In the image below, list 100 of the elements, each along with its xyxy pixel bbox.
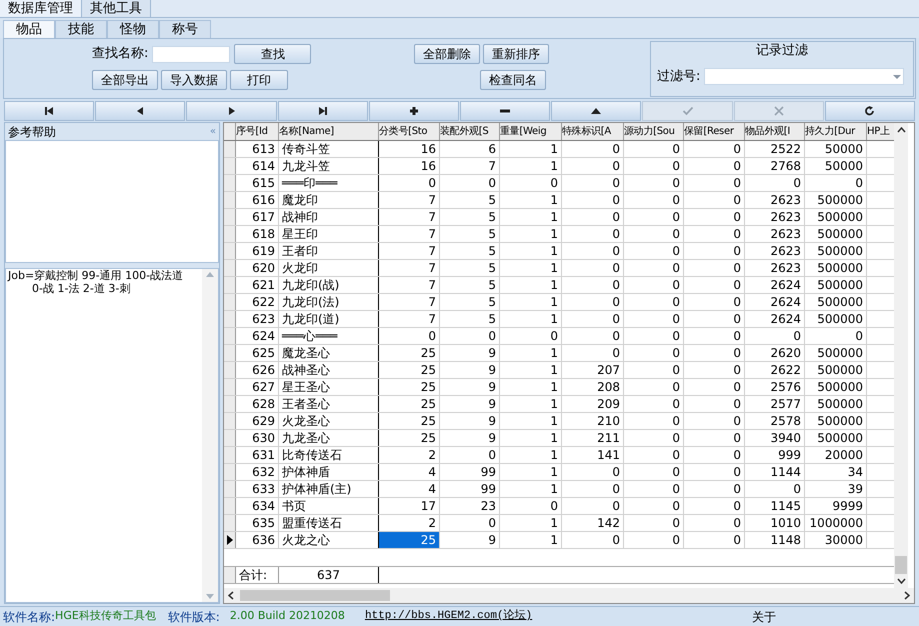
column-header[interactable]: 特殊标识[A — [562, 123, 624, 140]
scroll-up-icon — [206, 272, 214, 277]
table-cell: 142 — [562, 515, 624, 531]
table-cell: 0 — [684, 481, 745, 497]
table-cell: 2624 — [745, 294, 805, 310]
table-cell: 5 — [440, 260, 500, 276]
table-cell: 0 — [745, 328, 805, 344]
table-cell: 7 — [379, 311, 440, 327]
about-link[interactable]: 关于 — [752, 608, 776, 626]
table-cell: 636 — [236, 532, 279, 548]
version-text: 2.00 Build 20210208 — [230, 608, 345, 624]
column-header[interactable]: 装配外观[S — [440, 123, 500, 140]
sub-tab[interactable]: 称号 — [159, 20, 211, 38]
forum-link[interactable]: http://bbs.HGEM2.com(论坛) — [364, 608, 532, 625]
sub-tab[interactable]: 物品 — [3, 20, 55, 38]
column-header[interactable]: 持久力[Dur — [805, 123, 867, 140]
plus-icon — [408, 106, 420, 116]
help-text: Job=穿戴控制 99-通用 100-战法道 — [8, 269, 184, 282]
column-header[interactable]: 源动力[Sou — [624, 123, 684, 140]
table-cell: 25 — [379, 430, 440, 446]
toolbar-button[interactable]: 全部删除 — [414, 44, 480, 64]
table-cell: 2578 — [745, 413, 805, 429]
table-cell: 621 — [236, 277, 279, 293]
column-header[interactable]: 名称[Name] — [279, 123, 379, 140]
toolbar-button[interactable]: 全部导出 — [92, 70, 158, 90]
column-header[interactable]: 保留[Reser — [684, 123, 745, 140]
table-cell: 九龙圣心 — [279, 430, 379, 446]
table-cell: 9 — [440, 396, 500, 412]
table-cell: 0 — [624, 379, 684, 395]
column-header[interactable]: 物品外观[I — [745, 123, 805, 140]
refresh-icon — [864, 106, 876, 116]
check-duplicates-button[interactable]: 检查同名 — [480, 70, 546, 90]
filter-label: 过滤号: — [657, 68, 700, 86]
row-indicator[interactable] — [224, 532, 236, 548]
table-cell: 500000 — [805, 260, 867, 276]
table-cell: 0 — [562, 192, 624, 208]
table-cell: 500000 — [805, 362, 867, 378]
table-cell: 500000 — [805, 345, 867, 361]
table-cell: 0 — [684, 532, 745, 548]
toolbar-button[interactable]: 打印 — [230, 70, 288, 90]
scroll-thumb[interactable] — [895, 556, 907, 574]
table-cell: 1 — [500, 379, 562, 395]
table-cell: 0 — [624, 175, 684, 191]
table-cell: 208 — [562, 379, 624, 395]
table-cell: 0 — [684, 413, 745, 429]
triangle-up-icon — [590, 106, 602, 116]
table-cell: 207 — [562, 362, 624, 378]
table-cell: 0 — [379, 175, 440, 191]
table-cell: 615 — [236, 175, 279, 191]
search-label: 查找名称: — [92, 45, 148, 64]
table-cell: 999 — [745, 447, 805, 463]
table-cell: 1 — [500, 243, 562, 259]
table-cell: 0 — [624, 413, 684, 429]
table-cell: 7 — [379, 226, 440, 242]
search-button[interactable]: 查找 — [234, 44, 312, 64]
sub-tab[interactable]: 技能 — [55, 20, 107, 38]
table-cell: 1 — [500, 226, 562, 242]
table-cell: 0 — [440, 447, 500, 463]
search-field[interactable] — [152, 46, 230, 62]
column-header[interactable]: 序号[Id — [236, 123, 279, 140]
table-cell: 九龙斗笠 — [279, 158, 379, 174]
table-cell: 99 — [440, 464, 500, 480]
table-cell: 0 — [684, 294, 745, 310]
navigator-button[interactable] — [4, 101, 94, 121]
navigator-button[interactable] — [278, 101, 368, 121]
table-cell: 0 — [684, 243, 745, 259]
table-cell: 25 — [379, 379, 440, 395]
table-cell: ═══心═══ — [279, 328, 379, 344]
main-tab[interactable]: 数据库管理 — [0, 0, 82, 17]
navigator-button[interactable] — [368, 101, 460, 121]
table-cell: 1148 — [745, 532, 805, 548]
table-cell: 0 — [500, 328, 562, 344]
table-cell: 0 — [562, 209, 624, 225]
filter-dropdown[interactable] — [704, 68, 904, 86]
table-cell: 火龙圣心 — [279, 413, 379, 429]
table-cell: 25 — [379, 396, 440, 412]
table-cell: 1 — [500, 141, 562, 157]
dropdown-caret-icon — [892, 74, 902, 80]
table-cell: 2623 — [745, 209, 805, 225]
scroll-thumb[interactable] — [240, 590, 390, 601]
main-tab[interactable]: 其他工具 — [82, 0, 151, 17]
table-cell: 1 — [500, 294, 562, 310]
toolbar-button[interactable]: 重新排序 — [483, 44, 549, 64]
table-cell: 16 — [379, 141, 440, 157]
table-cell: 0 — [562, 311, 624, 327]
help-title: 参考帮助 — [8, 124, 56, 140]
table-cell: 战神圣心 — [279, 362, 379, 378]
column-header[interactable]: 重量[Weig — [500, 123, 562, 140]
table-cell: 1 — [500, 481, 562, 497]
toolbar-button[interactable]: 导入数据 — [161, 70, 227, 90]
table-cell: 9999 — [805, 498, 867, 514]
table-cell: 0 — [684, 379, 745, 395]
version-label: 软件版本: — [168, 608, 220, 626]
table-cell: 5 — [440, 277, 500, 293]
table-cell: 2522 — [745, 141, 805, 157]
table-cell: ═══印═══ — [279, 175, 379, 191]
sub-tab[interactable]: 怪物 — [107, 20, 159, 38]
table-cell: 30000 — [805, 532, 867, 548]
column-header[interactable]: 分类号[Sto — [379, 123, 440, 140]
table-cell: 50000 — [805, 141, 867, 157]
